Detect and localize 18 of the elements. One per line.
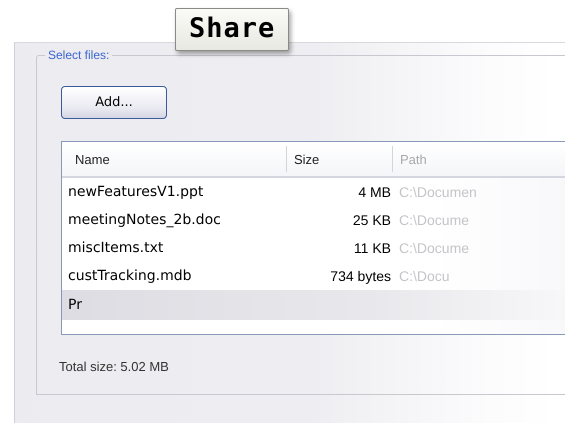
table-cell-text: C:\Docume	[398, 240, 470, 256]
table-cell-text: 4 MB	[357, 184, 391, 200]
table-cell-text: miscItems.txt	[67, 240, 164, 256]
column-header[interactable]: Size	[287, 146, 393, 172]
column-header[interactable]: Name	[62, 146, 287, 172]
table-cell-text: C:\Docume	[398, 212, 470, 228]
table-cell-text: newFeaturesV1.ppt	[67, 184, 204, 200]
table-cell-text: 25 KB	[352, 212, 391, 228]
share-tooltip: Share	[175, 8, 290, 51]
add-button[interactable]: Add...	[61, 86, 167, 119]
table-cell-text: meetingNotes_2b.doc	[67, 212, 222, 228]
table-cell-text: custTracking.mdb	[67, 268, 192, 284]
table-cell-text: C:\Docu	[398, 268, 451, 284]
table-cell-text: C:\Documen	[398, 184, 478, 200]
table-cell-text: 11 KB	[352, 240, 391, 256]
total-size-text: Total size: 5.02 MB	[59, 359, 170, 374]
group-title: Select files:	[45, 48, 112, 62]
table-cell-text: 734 bytes	[329, 268, 391, 284]
